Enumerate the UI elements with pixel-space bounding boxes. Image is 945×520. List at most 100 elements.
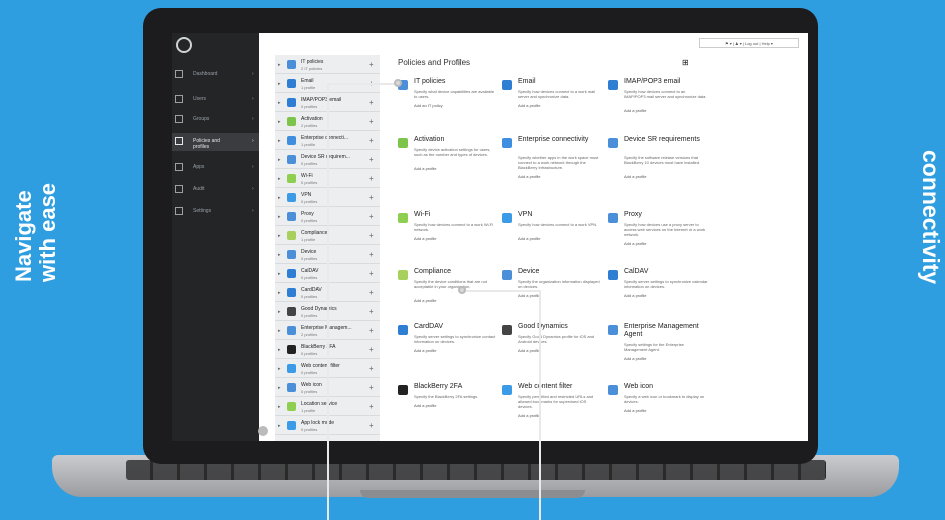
add-profile-link[interactable]: Add a profile	[414, 298, 436, 303]
policy-type-count: 1 profile	[301, 408, 316, 413]
add-profile-link[interactable]: Add a profile	[624, 408, 646, 413]
add-profile-icon[interactable]: +	[369, 117, 374, 126]
expand-arrow-icon[interactable]: ▸	[278, 366, 281, 372]
add-profile-link[interactable]: Add a profile	[624, 356, 646, 361]
policy-card-title: Activation	[414, 136, 445, 143]
sidebar-collapse-toggle[interactable]	[258, 426, 268, 436]
policy-card-title: Web icon	[624, 383, 654, 390]
policy-card-icon	[608, 80, 618, 90]
expand-arrow-icon[interactable]: ▸	[278, 119, 281, 125]
expand-arrow-icon[interactable]: ▸	[278, 271, 281, 277]
add-profile-link[interactable]: Add a profile	[518, 174, 540, 179]
add-profile-icon[interactable]: +	[369, 193, 374, 202]
add-profile-icon[interactable]: +	[369, 212, 374, 221]
policy-card: BlackBerry 2FA Specify the BlackBerry 2FA…	[398, 383, 498, 441]
caption-line-2: with ease	[35, 182, 60, 282]
expand-arrow-icon[interactable]: ▸	[278, 100, 281, 106]
add-profile-link[interactable]: Add a profile	[414, 348, 436, 353]
expand-arrow-icon[interactable]: ▸	[278, 176, 281, 182]
policy-card-description: Specify the software release versions th…	[624, 155, 701, 165]
add-icon[interactable]: ⊞	[682, 58, 689, 67]
add-profile-link[interactable]: Add a profile	[414, 403, 436, 408]
policy-type-row[interactable]: ▸ IT policies 2 IT policies +	[275, 55, 380, 74]
expand-arrow-icon[interactable]: ▸	[278, 195, 281, 201]
add-profile-link[interactable]: Add a profile	[624, 174, 646, 179]
policy-type-count: 2 profiles	[301, 123, 318, 128]
expand-arrow-icon[interactable]: ▸	[278, 328, 281, 334]
policy-type-count: 2 profiles	[301, 332, 318, 337]
sidebar-item[interactable]: Dashboard ›	[172, 66, 259, 84]
expand-arrow-icon[interactable]: ▸	[278, 423, 281, 429]
policy-type-count: 0 profiles	[301, 351, 318, 356]
sidebar-item[interactable]: Users ›	[172, 91, 259, 109]
add-profile-link[interactable]: Add a profile	[624, 241, 646, 246]
policy-card: Device SR requirements Specify the softwa…	[608, 136, 708, 196]
sidebar-item[interactable]: Policies and profiles ›	[172, 133, 259, 151]
chevron-right-icon: ›	[252, 116, 254, 122]
chevron-right-icon: ›	[252, 208, 254, 214]
add-profile-link[interactable]: Add a profile	[518, 236, 540, 241]
sidebar-item[interactable]: Apps ›	[172, 159, 259, 177]
add-profile-link[interactable]: Add an IT policy	[414, 103, 443, 108]
add-profile-icon[interactable]: +	[369, 155, 374, 164]
add-profile-icon[interactable]: +	[369, 250, 374, 259]
expand-arrow-icon[interactable]: ▸	[278, 81, 281, 87]
add-profile-icon[interactable]: +	[369, 98, 374, 107]
add-profile-link[interactable]: Add a profile	[624, 108, 646, 113]
expand-arrow-icon[interactable]: ▸	[278, 404, 281, 410]
expand-arrow-icon[interactable]: ▸	[278, 309, 281, 315]
app-logo-icon[interactable]	[176, 37, 192, 53]
add-profile-icon[interactable]: +	[369, 60, 374, 69]
add-profile-icon[interactable]: +	[369, 288, 374, 297]
add-profile-link[interactable]: Add a profile	[518, 348, 540, 353]
expand-arrow-icon[interactable]: ▸	[278, 385, 281, 391]
policy-card-description: Specify how devices connect to a work VP…	[518, 222, 598, 227]
policy-type-count: 0 profiles	[301, 313, 318, 318]
help-icon[interactable]: ⓘ	[457, 58, 463, 67]
policy-card: IT policies Specify what device capabilit…	[398, 78, 498, 138]
expand-arrow-icon[interactable]: ▸	[278, 290, 281, 296]
add-profile-icon[interactable]: +	[369, 345, 374, 354]
add-profile-icon[interactable]: +	[369, 421, 374, 430]
policy-type-icon	[287, 288, 296, 297]
add-profile-icon[interactable]: +	[369, 402, 374, 411]
policy-type-name: IT policies	[301, 59, 324, 65]
expand-arrow-icon[interactable]: ▸	[278, 252, 281, 258]
chart-icon	[175, 70, 183, 78]
sidebar-item[interactable]: Audit ›	[172, 181, 259, 199]
expand-arrow-icon[interactable]: ▸	[278, 214, 281, 220]
policy-type-count: 0 profiles	[301, 104, 318, 109]
add-profile-link[interactable]: Add a profile	[414, 166, 436, 171]
add-profile-icon[interactable]: +	[369, 269, 374, 278]
expand-arrow-icon[interactable]: ▸	[278, 138, 281, 144]
add-profile-icon[interactable]: +	[369, 326, 374, 335]
add-profile-icon[interactable]: +	[369, 231, 374, 240]
add-profile-icon[interactable]: +	[369, 307, 374, 316]
policy-card: Enterprise connectivity Specify whether a…	[502, 136, 602, 196]
laptop-lip	[360, 490, 585, 498]
policy-card-description: Specify server settings to synchronize c…	[624, 279, 708, 289]
sidebar-item[interactable]: Settings ›	[172, 203, 259, 221]
policy-type-icon	[287, 326, 296, 335]
expand-arrow-icon[interactable]: ▸	[278, 62, 281, 68]
add-profile-link[interactable]: Add a profile	[624, 293, 646, 298]
add-profile-icon[interactable]: +	[369, 364, 374, 373]
expand-arrow-icon[interactable]: ▸	[278, 233, 281, 239]
add-profile-link[interactable]: Add a profile	[518, 413, 540, 418]
expand-arrow-icon[interactable]: ▸	[278, 157, 281, 163]
add-profile-icon[interactable]: +	[369, 174, 374, 183]
policy-type-icon	[287, 136, 296, 145]
policy-type-icon	[287, 364, 296, 373]
policy-card: IMAP/POP3 email Specify how devices conne…	[608, 78, 708, 138]
sidebar-item[interactable]: Groups ›	[172, 111, 259, 129]
top-user-bar[interactable]: ⚑ ▾ | ♟ ▾ | Log out | Help ▾	[699, 38, 799, 48]
add-profile-icon[interactable]: +	[369, 136, 374, 145]
expand-arrow-icon[interactable]: ▸	[278, 347, 281, 353]
add-profile-icon[interactable]: +	[369, 383, 374, 392]
add-profile-link[interactable]: Add a profile	[414, 236, 436, 241]
policy-type-icon	[287, 155, 296, 164]
apps-icon	[175, 163, 183, 171]
chevron-right-icon: ›	[252, 186, 254, 192]
add-profile-link[interactable]: Add a profile	[518, 293, 540, 298]
add-profile-link[interactable]: Add a profile	[518, 103, 540, 108]
